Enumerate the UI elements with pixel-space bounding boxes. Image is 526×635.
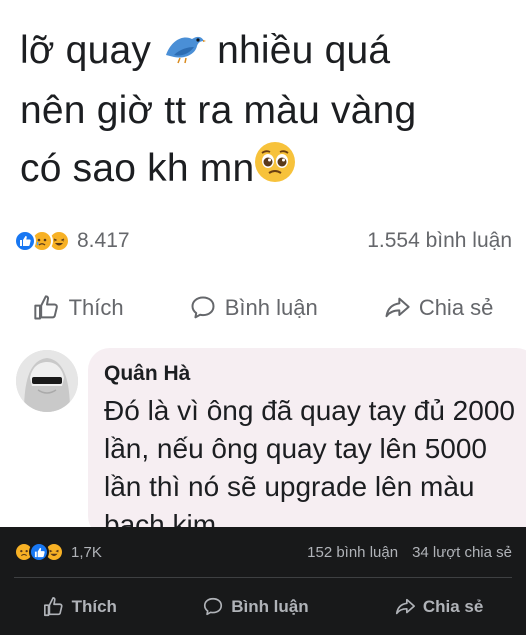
reaction-count: 8.417	[77, 229, 130, 252]
dark-stats: 1,7K 152 bình luận 34 lượt chia sẻ	[14, 539, 512, 565]
comment-bubble-icon	[204, 597, 223, 616]
share-arrow-icon	[395, 598, 415, 615]
dark-share-label: Chia sẻ	[422, 597, 484, 616]
comment-count[interactable]: 1.554 bình luận	[367, 229, 512, 253]
dark-divider	[14, 577, 512, 578]
dark-comment-count[interactable]: 152 bình luận	[307, 544, 398, 561]
dark-like-button[interactable]: Thích	[43, 596, 117, 618]
comment-button[interactable]: Bình luận	[189, 294, 318, 322]
post-line-3-text: có sao kh mn	[20, 146, 255, 190]
bird-emoji-icon	[162, 24, 207, 82]
post-actions: Thích Bình luận Chia sẻ	[0, 286, 526, 330]
dark-like-reaction-icon	[29, 542, 49, 562]
dark-reaction-summary[interactable]: 1,7K	[14, 542, 102, 562]
post-line-2: nên giờ tt ra màu vàng	[20, 88, 417, 132]
dark-share-count[interactable]: 34 lượt chia sẻ	[412, 544, 512, 561]
share-button[interactable]: Chia sẻ	[383, 294, 494, 322]
pleading-face-emoji-icon	[254, 141, 296, 200]
post-text: lỡ quay nhiều quá nên giờ tt ra màu vàng…	[20, 22, 510, 200]
share-arrow-icon	[385, 297, 410, 318]
post-line-1-end: nhiều quá	[206, 29, 391, 72]
comment-bubble-icon	[191, 296, 215, 319]
commenter-avatar[interactable]	[16, 350, 78, 412]
like-button[interactable]: Thích	[33, 294, 124, 322]
dark-comment-button[interactable]: Bình luận	[202, 596, 309, 618]
like-reaction-icon	[14, 230, 36, 252]
dark-share-button[interactable]: Chia sẻ	[394, 596, 483, 618]
post-line-1: lỡ quay nhiều quá	[20, 22, 510, 82]
thumbs-up-icon	[43, 597, 63, 617]
dark-reaction-count: 1,7K	[71, 543, 102, 561]
comment-text: Đó là vì ông đã quay tay đủ 2000 lần, nế…	[104, 395, 515, 540]
dark-like-label: Thích	[71, 597, 117, 616]
share-label: Chia sẻ	[418, 295, 494, 320]
comment-label: Bình luận	[224, 295, 318, 320]
dark-reaction-bar: 1,7K 152 bình luận 34 lượt chia sẻ Thích…	[0, 527, 526, 635]
post-line-3: có sao kh mn	[20, 140, 510, 200]
comment-item: Quân Hà Đó là vì ông đã quay tay đủ 2000…	[16, 348, 526, 540]
comment-author[interactable]: Quân Hà	[104, 362, 522, 386]
dark-counts: 152 bình luận 34 lượt chia sẻ	[307, 544, 512, 561]
post-line-1-start: lỡ quay	[20, 29, 163, 72]
reaction-summary[interactable]: 8.417	[14, 229, 130, 253]
comment-bubble: Quân Hà Đó là vì ông đã quay tay đủ 2000…	[88, 348, 526, 540]
dark-comment-label: Bình luận	[231, 597, 309, 616]
thumbs-up-icon	[33, 295, 58, 320]
post-stats: 8.417 1.554 bình luận	[14, 226, 512, 256]
dark-actions: Thích Bình luận Chia sẻ	[0, 585, 526, 629]
like-label: Thích	[68, 295, 124, 320]
